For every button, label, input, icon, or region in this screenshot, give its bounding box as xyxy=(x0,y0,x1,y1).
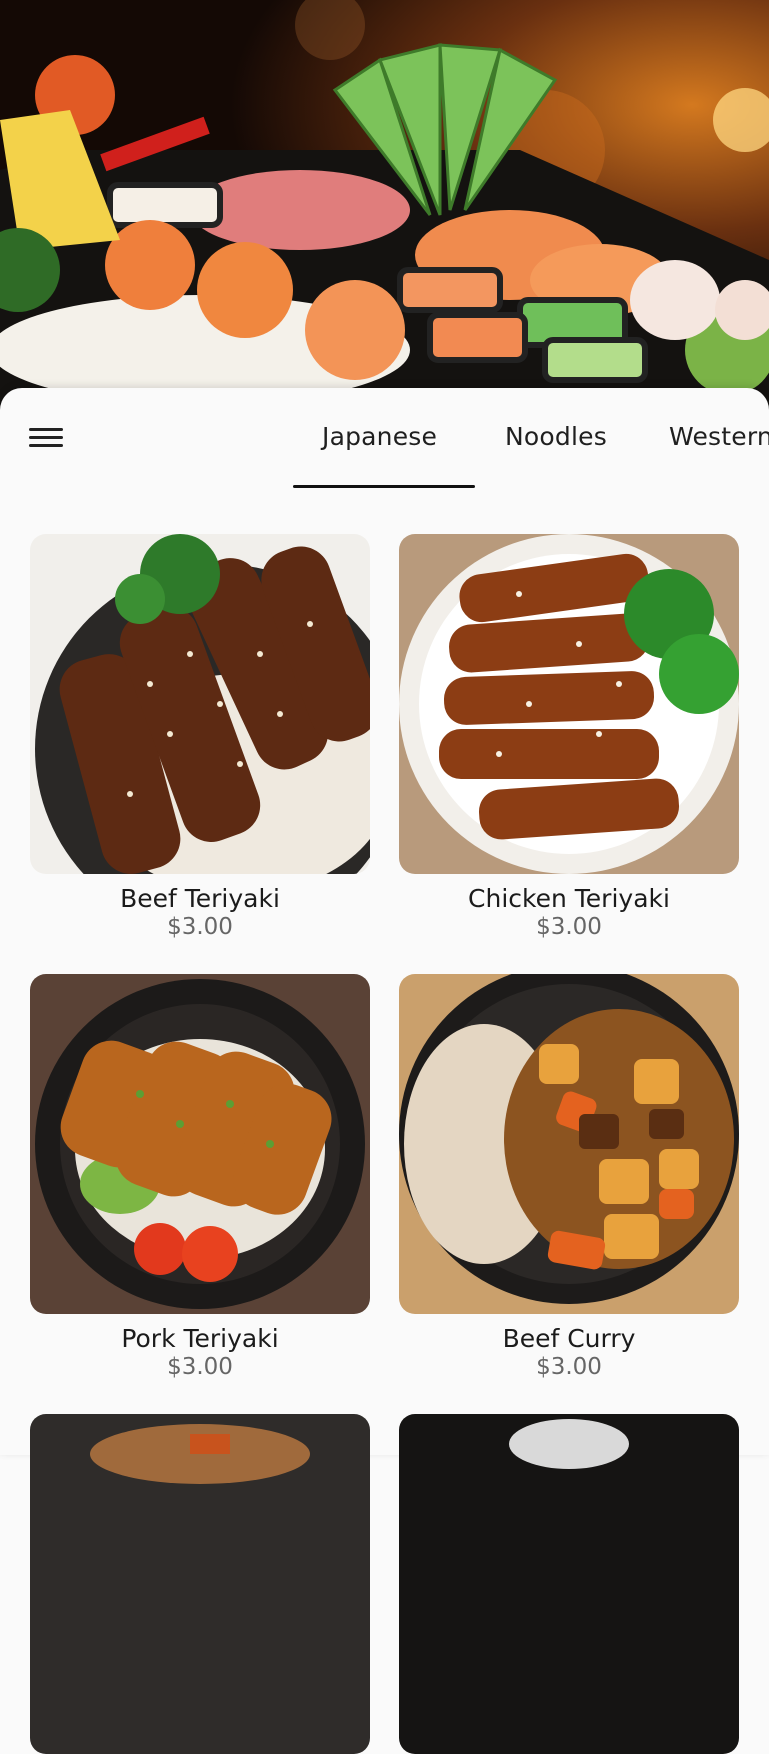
product-name: Beef Teriyaki xyxy=(120,884,280,913)
hero-image xyxy=(0,0,769,420)
product-price: $3.00 xyxy=(167,914,233,940)
product-name: Beef Curry xyxy=(502,1324,636,1353)
tab-western[interactable]: Western xyxy=(669,422,769,451)
product-image xyxy=(30,1414,370,1754)
product-price: $3.00 xyxy=(167,1354,233,1380)
product-card-chicken-teriyaki[interactable]: Chicken Teriyaki $3.00 xyxy=(399,534,739,940)
product-image xyxy=(399,534,739,874)
product-name: Chicken Teriyaki xyxy=(468,884,670,913)
product-price: $3.00 xyxy=(536,914,602,940)
hamburger-menu-icon[interactable] xyxy=(26,424,66,454)
category-tabs: Japanese Noodles Western xyxy=(293,388,769,488)
product-image xyxy=(399,974,739,1314)
product-card-partial[interactable] xyxy=(399,1414,739,1754)
product-image xyxy=(30,974,370,1314)
product-name: Pork Teriyaki xyxy=(121,1324,279,1353)
product-card-beef-curry[interactable]: Beef Curry $3.00 xyxy=(399,974,739,1380)
tab-selected-indicator xyxy=(293,485,475,488)
tab-japanese[interactable]: Japanese xyxy=(322,422,437,451)
product-price: $3.00 xyxy=(536,1354,602,1380)
product-image xyxy=(399,1414,739,1754)
product-image xyxy=(30,534,370,874)
tab-noodles[interactable]: Noodles xyxy=(505,422,607,451)
product-card-partial[interactable] xyxy=(30,1414,370,1754)
product-card-beef-teriyaki[interactable]: Beef Teriyaki $3.00 xyxy=(30,534,370,940)
product-card-pork-teriyaki[interactable]: Pork Teriyaki $3.00 xyxy=(30,974,370,1380)
